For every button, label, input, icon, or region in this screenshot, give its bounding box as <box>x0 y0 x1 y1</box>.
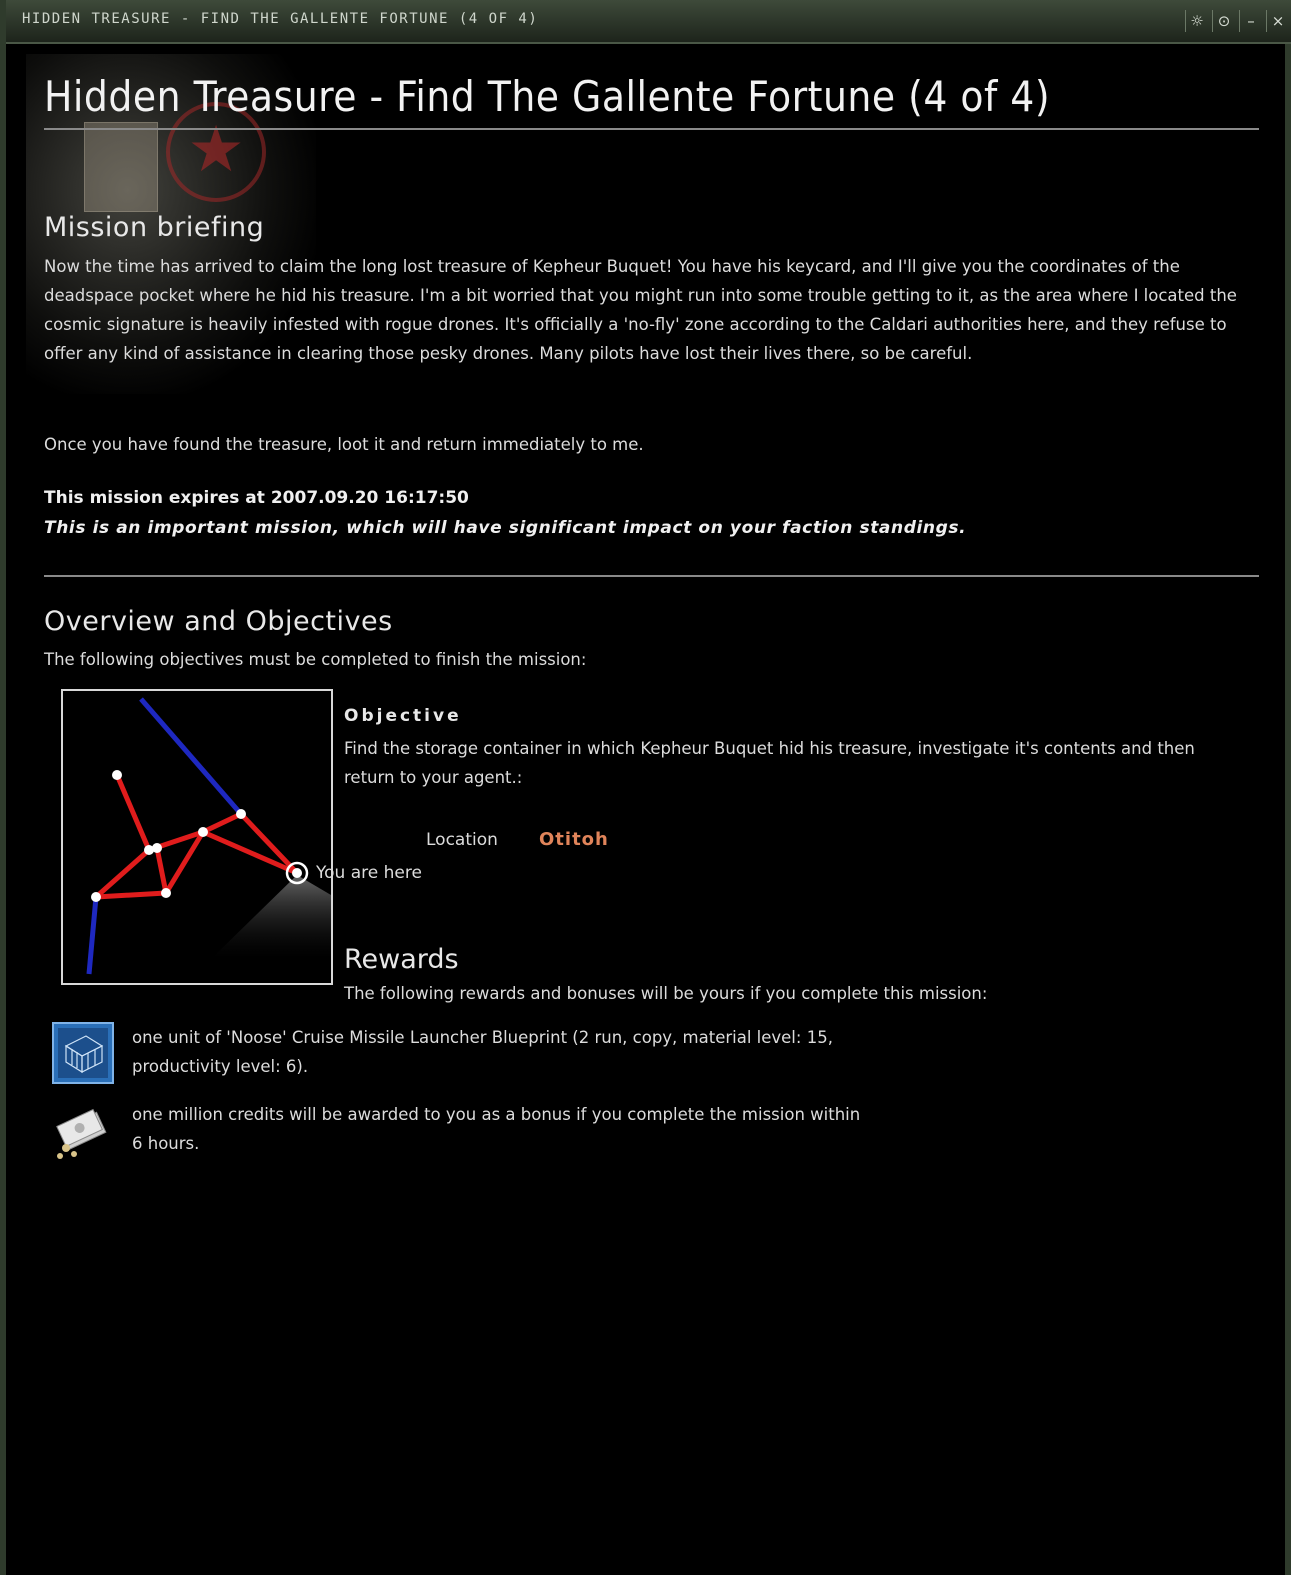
mission-content[interactable]: ★ Hidden Treasure - Find The Gallente Fo… <box>6 44 1291 1575</box>
window-controls: ☼ ⊙ – × <box>1185 10 1289 32</box>
overview-text: The following objectives must be complet… <box>44 650 587 669</box>
location-label: Location <box>426 830 498 850</box>
briefing-paragraph-2: Once you have found the treasure, loot i… <box>44 435 644 454</box>
location-link[interactable]: Otitoh <box>539 829 609 850</box>
you-are-here-label: You are here <box>316 863 422 883</box>
objective-title: Objective <box>344 706 462 726</box>
route-path <box>94 774 299 900</box>
mission-title: Hidden Treasure - Find The Gallente Fort… <box>44 72 1051 121</box>
close-icon[interactable]: × <box>1266 10 1289 32</box>
isk-credits-icon[interactable] <box>52 1102 114 1164</box>
route-segment-blue <box>139 697 243 816</box>
view-cone <box>211 875 331 959</box>
minimize-icon[interactable]: – <box>1239 10 1262 32</box>
window-titlebar[interactable]: HIDDEN TREASURE - FIND THE GALLENTE FORT… <box>6 0 1291 44</box>
blueprint-icon[interactable] <box>52 1022 114 1084</box>
title-divider <box>44 128 1259 130</box>
overview-heading: Overview and Objectives <box>44 606 393 637</box>
route-map-drawing <box>86 697 331 975</box>
expiry-text: This mission expires at 2007.09.20 16:17… <box>44 488 469 508</box>
rewards-heading: Rewards <box>344 944 459 975</box>
importance-text: This is an important mission, which will… <box>44 518 967 538</box>
id-card-photo <box>84 122 158 212</box>
route-segment-blue <box>86 896 99 975</box>
briefing-paragraph-1: Now the time has arrived to claim the lo… <box>44 257 1237 363</box>
reward-item-2: one million credits will be awarded to y… <box>132 1105 861 1153</box>
rewards-text: The following rewards and bonuses will b… <box>344 984 988 1003</box>
briefing-heading: Mission briefing <box>44 212 265 243</box>
pin-icon[interactable]: ⊙ <box>1212 10 1235 32</box>
section-divider <box>44 575 1259 577</box>
window-title: HIDDEN TREASURE - FIND THE GALLENTE FORT… <box>22 11 539 27</box>
settings-icon[interactable]: ☼ <box>1185 10 1208 32</box>
reward-item-1: one unit of 'Noose' Cruise Missile Launc… <box>132 1028 833 1076</box>
mission-window: HIDDEN TREASURE - FIND THE GALLENTE FORT… <box>0 0 1291 1575</box>
objective-text: Find the storage container in which Keph… <box>344 739 1195 787</box>
